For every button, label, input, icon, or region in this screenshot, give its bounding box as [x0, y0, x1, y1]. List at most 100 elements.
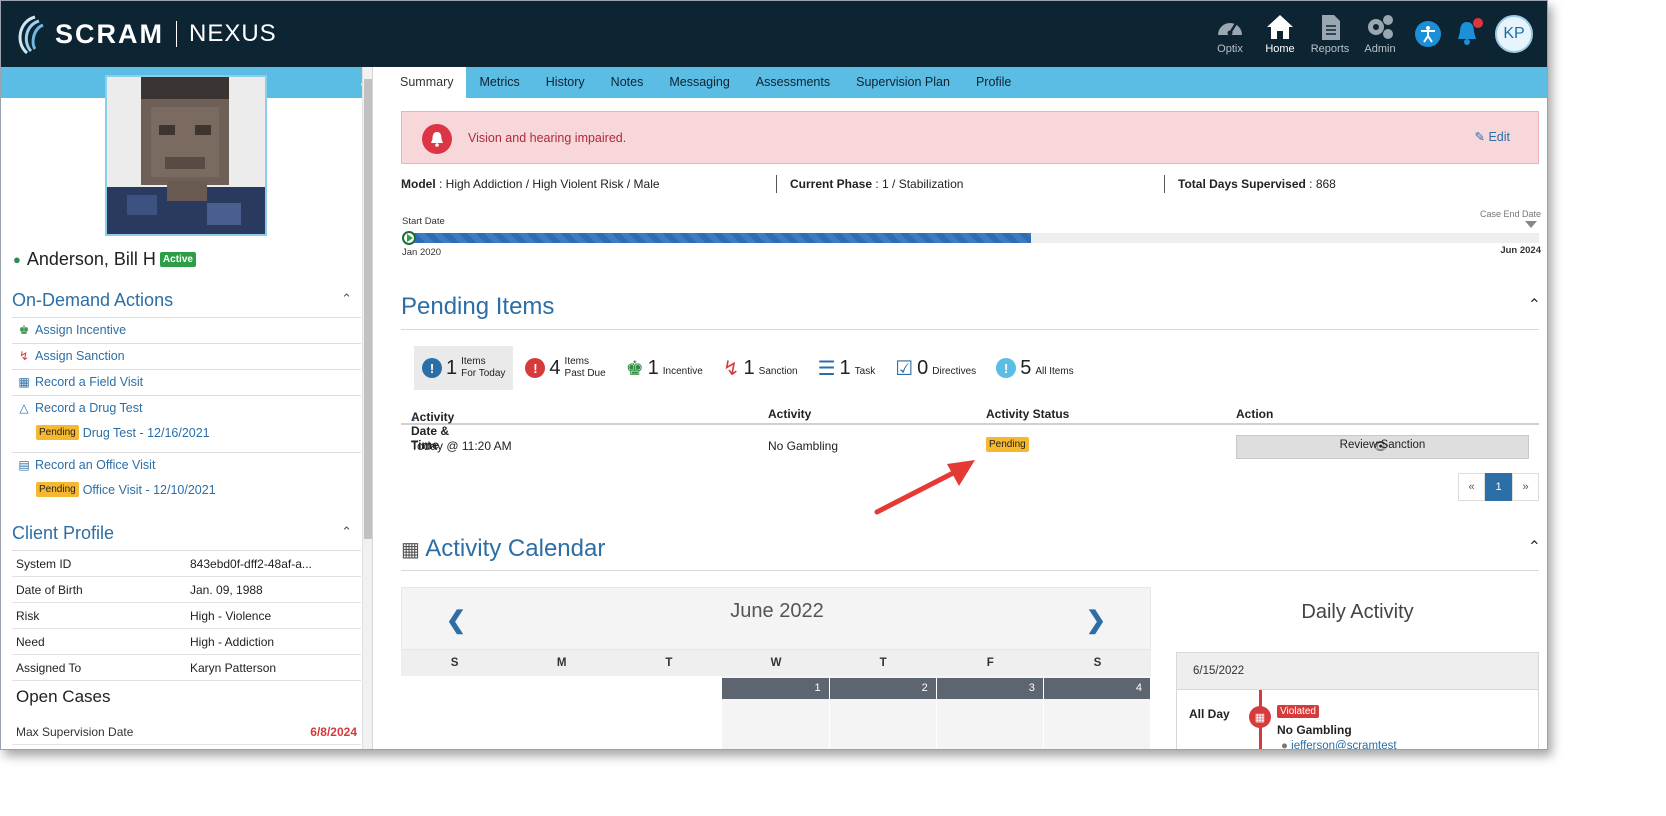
- client-name: ● Anderson, Bill H Active: [13, 249, 196, 270]
- pending-office-visit-link[interactable]: Pending Office Visit - 12/10/2021: [36, 482, 216, 497]
- weekday: S: [1093, 657, 1102, 669]
- tab-notes[interactable]: Notes: [598, 67, 657, 98]
- filter-count: 0: [917, 356, 929, 379]
- timeline-start-label: Start Date: [402, 216, 445, 227]
- chevron-up-icon[interactable]: ⌃: [1528, 537, 1541, 557]
- daily-activity-list: 6/15/2022 All Day ▦ Violated No Gambling…: [1176, 652, 1539, 750]
- nav-reports[interactable]: Reports: [1305, 13, 1355, 55]
- filter-task[interactable]: ☰ 1 Task: [810, 346, 884, 390]
- filter-for-today[interactable]: ! 1 Items For Today: [414, 346, 514, 390]
- top-navbar: SCRAM NEXUS Optix Home Reports Admin KP: [1, 1, 1547, 67]
- action-label: Record a Drug Test: [35, 401, 143, 415]
- record-drug-test-link[interactable]: △ Record a Drug Test: [17, 401, 142, 415]
- tab-profile[interactable]: Profile: [963, 67, 1024, 98]
- filter-label: All Items: [1035, 366, 1074, 377]
- user-avatar[interactable]: KP: [1495, 15, 1533, 53]
- day-number: 2: [829, 678, 936, 699]
- on-demand-title: On-Demand Actions: [12, 290, 174, 310]
- weekday: M: [556, 657, 567, 669]
- review-sanction-button[interactable]: 👁 Review Sanction: [1236, 435, 1529, 459]
- record-office-visit-link[interactable]: ▤ Record an Office Visit: [17, 458, 155, 472]
- filter-label: Incentive: [662, 366, 703, 377]
- assign-sanction-link[interactable]: ↯ Assign Sanction: [17, 349, 125, 363]
- page-1-button[interactable]: 1: [1485, 473, 1512, 501]
- weekday: T: [879, 657, 887, 669]
- daily-activity-panel: Daily Activity 6/15/2022 All Day ▦ Viola…: [1176, 587, 1539, 750]
- all-day-label: All Day: [1189, 707, 1230, 721]
- info-icon: !: [996, 358, 1017, 378]
- filter-label: Sanction: [758, 366, 798, 377]
- divider: [401, 570, 1539, 571]
- violated-badge: Violated: [1277, 705, 1319, 718]
- assign-incentive-link[interactable]: ♚ Assign Incentive: [17, 323, 126, 337]
- scrollbar-thumb[interactable]: [364, 79, 372, 539]
- chevron-up-icon[interactable]: ⌃: [341, 524, 352, 540]
- daily-activity-title: Daily Activity: [1301, 601, 1414, 623]
- event-user-link[interactable]: ● jefferson@scramtest: [1281, 740, 1397, 750]
- next-month-icon[interactable]: ❯: [1086, 606, 1106, 635]
- pending-badge: Pending: [36, 482, 79, 497]
- nav-right: Optix Home Reports Admin KP: [1205, 7, 1547, 61]
- calendar-day[interactable]: 4: [1043, 676, 1151, 749]
- user-icon: ●: [1281, 740, 1288, 750]
- pagination: « 1 »: [1458, 473, 1539, 501]
- tab-history[interactable]: History: [533, 67, 598, 98]
- filter-past-due[interactable]: ! 4 Items Past Due: [517, 346, 613, 390]
- calendar-day[interactable]: 3: [936, 676, 1044, 749]
- filter-directives[interactable]: ☑ 0 Directives: [887, 346, 984, 390]
- filter-label: Items For Today: [461, 356, 505, 380]
- weekday: W: [770, 657, 782, 669]
- tab-assessments[interactable]: Assessments: [743, 67, 843, 98]
- activity-calendar: ❮ June 2022 ❯ S M T W T F S 1 2 3 4: [401, 587, 1151, 749]
- model-info: Model : High Addiction / High Violent Ri…: [401, 177, 660, 191]
- calendar-day[interactable]: 1: [722, 676, 830, 749]
- calendar-day[interactable]: 2: [829, 676, 937, 749]
- filter-label: Directives: [932, 366, 977, 377]
- filter-sanction[interactable]: ↯ 1 Sanction: [715, 346, 806, 390]
- logo[interactable]: SCRAM NEXUS: [13, 11, 277, 57]
- alert-message: Vision and hearing impaired.: [468, 131, 627, 145]
- profile-key: Risk: [16, 609, 40, 623]
- tab-metrics[interactable]: Metrics: [466, 67, 532, 98]
- accessibility-icon[interactable]: [1415, 21, 1441, 47]
- profile-row: Assigned To Karyn Patterson: [12, 655, 361, 681]
- sidebar-scrollbar[interactable]: [362, 67, 372, 749]
- notifications-bell[interactable]: [1455, 17, 1483, 49]
- annotation-arrow-icon: [874, 460, 975, 515]
- app-window: SCRAM NEXUS Optix Home Reports Admin KP …: [0, 0, 1548, 750]
- row-date: Today @ 11:20 AM: [411, 439, 512, 453]
- filter-label: Task: [854, 366, 876, 377]
- alert-bell-icon: [422, 124, 452, 154]
- page-prev-button[interactable]: «: [1458, 473, 1485, 501]
- pending-label: Drug Test - 12/16/2021: [82, 425, 210, 440]
- timeline-progress-bar: [409, 233, 1539, 243]
- weekday: S: [450, 657, 459, 669]
- nav-optix[interactable]: Optix: [1205, 13, 1255, 55]
- phase-value: : 1 / Stabilization: [872, 177, 964, 191]
- info-icon: !: [422, 358, 442, 378]
- timeline-progress-fill: [409, 233, 1031, 243]
- filter-label-bottom: For Today: [461, 368, 506, 379]
- nav-home[interactable]: Home: [1255, 13, 1305, 55]
- map-icon: ▦: [18, 375, 30, 389]
- event-title[interactable]: No Gambling: [1277, 723, 1352, 737]
- chevron-up-icon[interactable]: ⌃: [1528, 295, 1541, 315]
- chevron-up-icon[interactable]: ⌃: [341, 291, 352, 307]
- accessibility-figure-icon: [1421, 26, 1435, 43]
- record-field-visit-link[interactable]: ▦ Record a Field Visit: [17, 375, 143, 389]
- building-icon: ▤: [18, 458, 30, 472]
- days-info: Total Days Supervised : 868: [1178, 177, 1336, 191]
- calendar-empty-cell: [401, 676, 509, 749]
- edit-alert-link[interactable]: ✎ Edit: [1474, 129, 1510, 144]
- tab-summary[interactable]: Summary: [387, 67, 467, 98]
- filter-incentive[interactable]: ♚ 1 Incentive: [618, 346, 711, 390]
- tab-messaging[interactable]: Messaging: [656, 67, 742, 98]
- timeline-end-label: Case End Date: [1479, 209, 1541, 219]
- pending-drug-test-link[interactable]: Pending Drug Test - 12/16/2021: [36, 425, 210, 440]
- tab-supervision-plan[interactable]: Supervision Plan: [843, 67, 963, 98]
- filter-all-items[interactable]: ! 5 All Items: [988, 346, 1081, 390]
- nav-admin[interactable]: Admin: [1355, 13, 1405, 55]
- day-number: 1: [722, 678, 829, 699]
- pending-label: Office Visit - 12/10/2021: [82, 482, 216, 497]
- page-next-button[interactable]: »: [1512, 473, 1539, 501]
